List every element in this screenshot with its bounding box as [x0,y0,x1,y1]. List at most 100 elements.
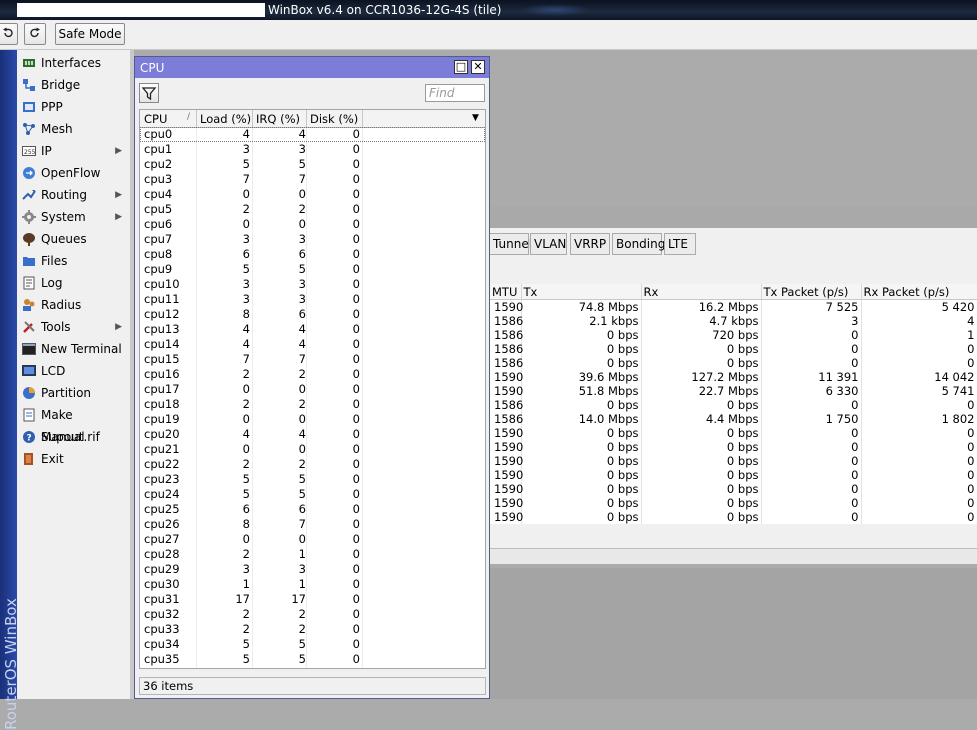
table-row[interactable]: cpu32 2 2 0 [140,607,485,622]
column-header-rx-packet[interactable]: Rx Packet (p/s) [861,284,977,300]
table-row[interactable]: cpu4 0 0 0 [140,187,485,202]
table-row[interactable]: 1590 0 bps 0 bps 0 0 [490,496,977,510]
column-chooser-icon[interactable]: ▼ [472,113,479,123]
column-header-cpu[interactable]: CPU [144,112,167,126]
menu-item-partition[interactable]: Partition [17,382,130,404]
column-header-irq[interactable]: IRQ (%) [256,112,300,126]
column-header-mtu[interactable]: MTU [490,284,522,300]
menu-item-exit[interactable]: Exit [17,448,130,470]
table-row[interactable]: 1590 0 bps 0 bps 0 0 [490,426,977,440]
menu-item-files[interactable]: Files [17,250,130,272]
restore-button[interactable]: □ [454,60,468,74]
menu-item-system[interactable]: System ▶ [17,206,130,228]
table-row[interactable]: cpu17 0 0 0 [140,382,485,397]
table-row[interactable]: cpu25 6 6 0 [140,502,485,517]
table-row[interactable]: cpu0 4 4 0 [140,127,485,142]
table-row[interactable]: 1586 0 bps 0 bps 0 0 [490,398,977,412]
table-row[interactable]: 1590 51.8 Mbps 22.7 Mbps 6 330 5 741 [490,384,977,398]
menu-item-queues[interactable]: Queues [17,228,130,250]
tab-vlan[interactable]: VLAN [530,233,567,255]
menu-item-interfaces[interactable]: Interfaces [17,52,130,74]
load-cell: 5 [242,472,250,486]
tab-tunnel[interactable]: Tunnel [490,233,532,255]
table-row[interactable]: 1590 0 bps 0 bps 0 0 [490,440,977,454]
table-row[interactable]: cpu23 5 5 0 [140,472,485,487]
menu-item-bridge[interactable]: Bridge [17,74,130,96]
table-row[interactable]: cpu2 5 5 0 [140,157,485,172]
table-row[interactable]: cpu30 1 1 0 [140,577,485,592]
table-row[interactable]: cpu8 6 6 0 [140,247,485,262]
table-row[interactable]: 1586 14.0 Mbps 4.4 Mbps 1 750 1 802 [490,412,977,426]
table-row[interactable]: cpu12 8 6 0 [140,307,485,322]
table-row[interactable]: 1586 0 bps 0 bps 0 0 [490,342,977,356]
menu-item-ppp[interactable]: PPP [17,96,130,118]
table-row[interactable]: 1590 0 bps 0 bps 0 0 [490,468,977,482]
table-row[interactable]: cpu14 4 4 0 [140,337,485,352]
table-row[interactable]: cpu35 5 5 0 [140,652,485,667]
menu-item-log[interactable]: Log [17,272,130,294]
menu-item-new-terminal[interactable]: New Terminal [17,338,130,360]
filter-button[interactable] [139,83,159,103]
menu-item-routing[interactable]: Routing ▶ [17,184,130,206]
menu-item-openflow[interactable]: OpenFlow [17,162,130,184]
table-row[interactable]: cpu9 5 5 0 [140,262,485,277]
tab-vrrp[interactable]: VRRP [570,233,610,255]
column-header-rx[interactable]: Rx [641,284,762,300]
table-row[interactable]: 1590 0 bps 0 bps 0 0 [490,482,977,496]
table-row[interactable]: 1586 0 bps 0 bps 0 0 [490,356,977,370]
table-row[interactable]: cpu33 2 2 0 [140,622,485,637]
safe-mode-button[interactable]: Safe Mode [55,23,125,45]
table-row[interactable]: 1590 0 bps 0 bps 0 0 [490,510,977,524]
tab-bonding[interactable]: Bonding [612,233,665,255]
table-row[interactable]: cpu27 0 0 0 [140,532,485,547]
column-header-tx[interactable]: Tx [521,284,642,300]
table-row[interactable]: cpu3 7 7 0 [140,172,485,187]
table-row[interactable]: cpu31 17 17 0 [140,592,485,607]
menu-item-tools[interactable]: Tools ▶ [17,316,130,338]
table-row[interactable]: 1586 2.1 kbps 4.7 kbps 3 4 [490,314,977,328]
table-row[interactable]: cpu29 3 3 0 [140,562,485,577]
table-row[interactable]: cpu26 8 7 0 [140,517,485,532]
tab-lte[interactable]: LTE [664,233,696,255]
table-row[interactable]: cpu16 2 2 0 [140,367,485,382]
table-row[interactable]: cpu6 0 0 0 [140,217,485,232]
table-row[interactable]: cpu1 3 3 0 [140,142,485,157]
table-row[interactable]: 1590 0 bps 0 bps 0 0 [490,454,977,468]
cpu-window-titlebar[interactable]: CPU □ ✕ [135,57,489,78]
column-header-tx-packet[interactable]: Tx Packet (p/s) [761,284,862,300]
undo-button[interactable] [0,23,18,45]
column-divider[interactable] [362,110,363,127]
table-row[interactable]: cpu18 2 2 0 [140,397,485,412]
menu-item-lcd[interactable]: LCD [17,360,130,382]
menu-item-manual[interactable]: ? Manual [17,426,130,448]
menu-item-make-supout[interactable]: Make Supout.rif [17,404,130,444]
table-row[interactable]: cpu22 2 2 0 [140,457,485,472]
menu-item-ip[interactable]: 255 IP ▶ [17,140,130,162]
column-divider[interactable] [306,110,307,127]
menu-item-radius[interactable]: Radius [17,294,130,316]
table-row[interactable]: cpu20 4 4 0 [140,427,485,442]
table-row[interactable]: cpu13 4 4 0 [140,322,485,337]
table-row[interactable]: cpu15 7 7 0 [140,352,485,367]
table-row[interactable]: 1590 74.8 Mbps 16.2 Mbps 7 525 5 420 [490,299,977,314]
table-row[interactable]: cpu7 3 3 0 [140,232,485,247]
find-input[interactable]: Find [425,84,485,102]
close-button[interactable]: ✕ [471,60,485,74]
menu-item-mesh[interactable]: Mesh [17,118,130,140]
table-row[interactable]: cpu19 0 0 0 [140,412,485,427]
column-divider[interactable] [196,110,197,127]
table-row[interactable]: cpu34 5 5 0 [140,637,485,652]
table-row[interactable]: 1590 39.6 Mbps 127.2 Mbps 11 391 14 042 [490,370,977,384]
table-row[interactable]: cpu21 0 0 0 [140,442,485,457]
table-row[interactable]: cpu24 5 5 0 [140,487,485,502]
table-row[interactable]: cpu10 3 3 0 [140,277,485,292]
table-row[interactable]: cpu11 3 3 0 [140,292,485,307]
table-row[interactable]: cpu28 2 1 0 [140,547,485,562]
menu-item-label: LCD [41,364,66,378]
column-divider[interactable] [252,110,253,127]
redo-button[interactable] [24,23,46,45]
table-row[interactable]: 1586 0 bps 720 bps 0 1 [490,328,977,342]
column-header-load[interactable]: Load (%) [200,112,251,126]
table-row[interactable]: cpu5 2 2 0 [140,202,485,217]
column-header-disk[interactable]: Disk (%) [310,112,358,126]
